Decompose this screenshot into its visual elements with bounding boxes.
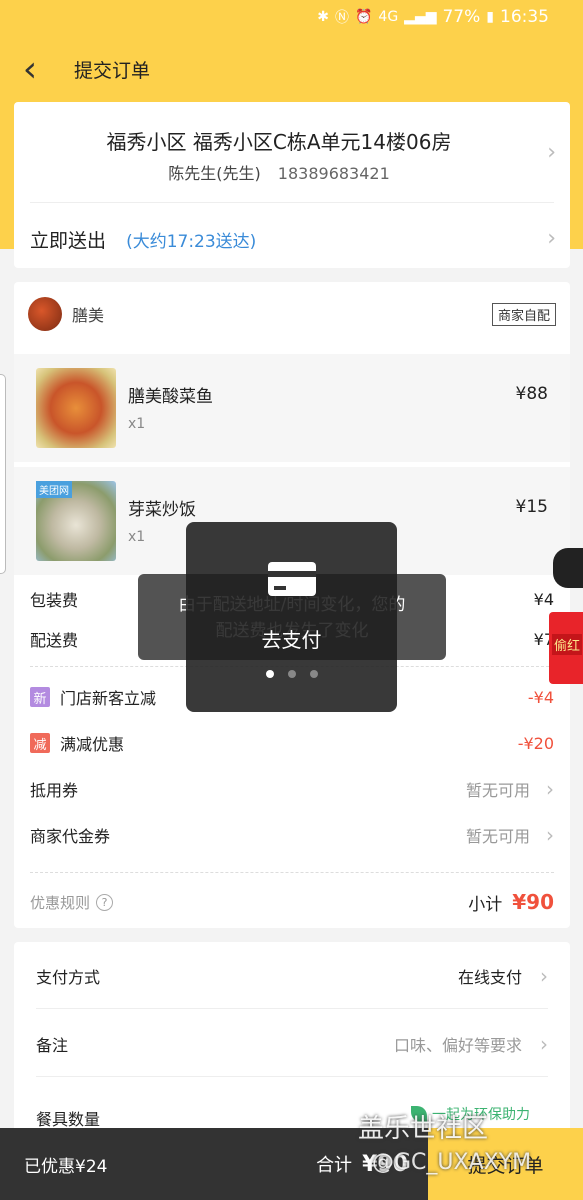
delivery-tag: 商家自配 [491,302,556,326]
divider [36,1076,548,1077]
network-type: 4G [378,9,399,25]
dish-name: 膳美酸菜鱼 [128,387,213,407]
note-row[interactable]: 备注 口味、偏好等要求 › [36,1026,548,1062]
contact-name: 陈先生(先生) [168,164,261,183]
divider [36,1008,548,1009]
bluetooth-icon: ✱ [317,9,329,25]
loading-dot [309,670,318,678]
dish-price: ¥15 [515,497,548,517]
red-packet-label: 偷红 [552,634,583,655]
help-icon[interactable]: ? [96,893,114,911]
chevron-right-icon: › [546,777,554,801]
dish-qty: x1 [128,416,146,432]
divider [30,202,554,203]
promo-amount: -¥20 [517,733,554,753]
fee-label: 配送费 [30,631,79,650]
chevron-right-icon: › [540,1032,548,1056]
brand-label: 美团网 [36,481,72,498]
delivery-label: 立即送出 [30,230,107,252]
header: ‹ 提交订单 [0,34,583,104]
subtotal-row: 优惠规则 ? 小计 ¥90 [30,884,554,920]
utensils-label: 餐具数量 [36,1110,101,1129]
shop-logo [28,297,62,331]
delivery-time-row[interactable]: 立即送出 (大约17:23送达) [30,226,256,253]
payment-value: 在线支付 [457,968,522,987]
card-stripe [268,571,316,577]
chevron-right-icon: › [546,823,554,847]
battery-level: 77% [442,7,481,27]
payment-method-row[interactable]: 支付方式 在线支付 › [36,958,548,994]
subtotal-label: 小计 [468,894,503,915]
fee-label: 包装费 [30,591,79,610]
shop-row: 膳美 商家自配 [28,296,556,332]
thief-mascot-icon [553,548,583,588]
watermark-handle: @GC_UXAXYM [372,1150,532,1175]
chevron-right-icon: › [540,964,548,988]
clock: 16:35 [500,7,549,27]
loading-dot [265,670,274,678]
dish-qty: x1 [128,529,146,545]
red-envelope-icon: 偷红 [549,612,583,684]
list-item: 膳美酸菜鱼 x1 ¥88 [14,354,570,462]
side-drawer-handle[interactable] [0,374,6,574]
shop-name: 膳美 [72,306,105,325]
delivery-eta: (大约17:23送达) [126,232,257,252]
signal-icon: ▂▄▆ [404,9,437,25]
back-arrow-icon[interactable]: ‹ [0,34,60,104]
contact-info[interactable]: 陈先生(先生) 18389683421 [14,160,544,184]
alarm-icon: ⏰ [354,9,373,25]
saved-amount: 已优惠¥24 [24,1156,108,1177]
dish-image [36,368,116,448]
red-packet-float[interactable]: 偷红 [549,548,583,688]
battery-icon: ▮ [486,9,494,25]
page-title: 提交订单 [74,59,151,82]
credit-card-icon [268,562,316,596]
coupon-label: 商家代金券 [30,827,111,846]
merchant-coupon-row[interactable]: 商家代金券 暂无可用 › [30,820,554,850]
modal-label: 去支付 [261,628,322,652]
voucher-label: 抵用券 [30,781,79,800]
address-card: 福秀小区 福秀小区C栋A单元14楼06房 陈先生(先生) 18389683421… [14,102,570,268]
total-label: 合计 [316,1155,353,1176]
note-placeholder: 口味、偏好等要求 [393,1036,522,1055]
address-text[interactable]: 福秀小区 福秀小区C栋A单元14楼06房 [14,126,544,155]
coupon-value: 暂无可用 [465,827,530,846]
note-label: 备注 [36,1036,69,1055]
contact-phone: 18389683421 [277,164,390,183]
loading-dot [287,670,296,678]
payment-label: 支付方式 [36,968,101,987]
discount-rules-label[interactable]: 优惠规则 [30,892,90,913]
loading-dots [186,670,397,678]
chevron-right-icon[interactable]: › [547,226,556,251]
chevron-right-icon[interactable]: › [547,140,556,165]
promo-label: 门店新客立减 [60,689,157,708]
promo-label: 满减优惠 [60,735,125,754]
promo-amount: -¥4 [527,687,554,707]
voucher-value: 暂无可用 [465,781,530,800]
nfc-icon: Ⓝ [334,10,349,26]
new-badge: 新 [30,687,50,707]
card-chip [274,586,286,590]
dish-image: 美团网 [36,481,116,561]
discount-promo-row: 减 满减优惠 -¥20 [30,728,554,758]
discount-badge: 减 [30,733,50,753]
dish-name: 芽菜炒饭 [128,500,196,520]
subtotal-value: ¥90 [512,890,554,914]
dish-price: ¥88 [515,384,548,404]
voucher-row[interactable]: 抵用券 暂无可用 › [30,774,554,804]
dashed-divider [30,872,554,873]
status-bar: ✱ Ⓝ ⏰ 4G ▂▄▆ 77% ▮ 16:35 [0,0,583,34]
payment-loading-modal: 去支付 [186,522,397,712]
watermark: 盖乐世社区 [358,1114,489,1144]
